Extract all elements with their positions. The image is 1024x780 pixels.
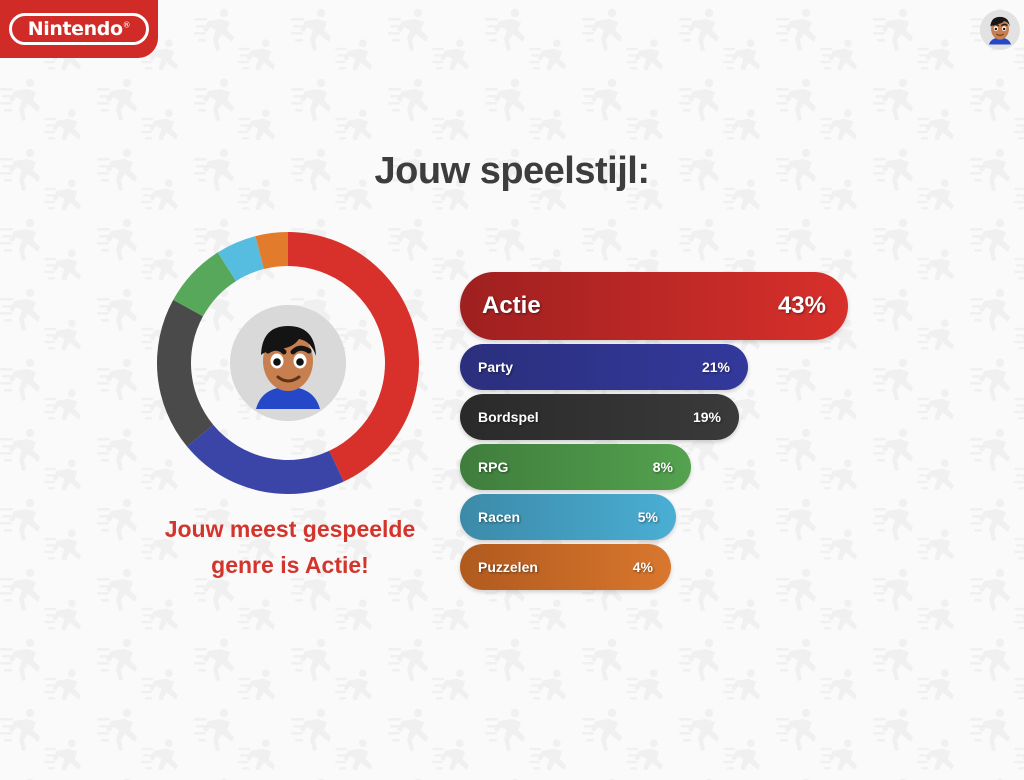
donut-segment-bordspel[interactable] (157, 299, 214, 447)
genre-bar-racen[interactable]: Racen 5% (460, 494, 676, 540)
brand-header-block: Nintendo® (0, 0, 158, 58)
bar-label: Bordspel (478, 409, 539, 425)
bar-value: 21% (701, 359, 730, 375)
bar-row: Bordspel 19% (460, 394, 880, 440)
donut-segment-party[interactable] (187, 424, 344, 494)
bar-label: Racen (478, 509, 521, 525)
mii-avatar-icon (980, 10, 1020, 50)
bar-value: 43% (777, 292, 826, 319)
bar-value: 19% (692, 409, 721, 425)
bar-row: Racen 5% (460, 494, 880, 540)
bar-label: Party (478, 359, 514, 375)
page-title: Jouw speelstijl: (374, 150, 650, 192)
bar-value: 8% (652, 459, 673, 475)
genre-bar-puzzelen[interactable]: Puzzelen 4% (460, 544, 671, 590)
genre-donut-chart (157, 232, 419, 494)
genre-bar-actie[interactable]: Actie 43% (460, 272, 848, 340)
bar-value: 5% (637, 509, 658, 525)
bar-label: Puzzelen (478, 559, 538, 575)
bar-row: Party 21% (460, 344, 880, 390)
genre-bar-list: Actie 43% Party 21% Bordspel 19% RPG 8% Racen 5% P… (460, 272, 880, 594)
mii-avatar-icon (230, 305, 346, 421)
bar-label: RPG (478, 459, 509, 475)
bar-row: Puzzelen 4% (460, 544, 880, 590)
bar-row: RPG 8% (460, 444, 880, 490)
nintendo-wordmark: Nintendo (27, 17, 123, 40)
genre-bar-rpg[interactable]: RPG 8% (460, 444, 691, 490)
bar-label: Actie (482, 292, 541, 319)
mii-center-avatar (230, 305, 346, 421)
registered-mark: ® (122, 20, 131, 30)
bar-row: Actie 43% (460, 272, 880, 340)
genre-bar-party[interactable]: Party 21% (460, 344, 748, 390)
user-avatar[interactable] (980, 10, 1020, 50)
most-played-genre-caption: Jouw meest gespeelde genre is Actie! (164, 516, 416, 578)
genre-bar-bordspel[interactable]: Bordspel 19% (460, 394, 739, 440)
nintendo-logo: Nintendo® (9, 13, 149, 45)
bar-value: 4% (632, 559, 653, 575)
